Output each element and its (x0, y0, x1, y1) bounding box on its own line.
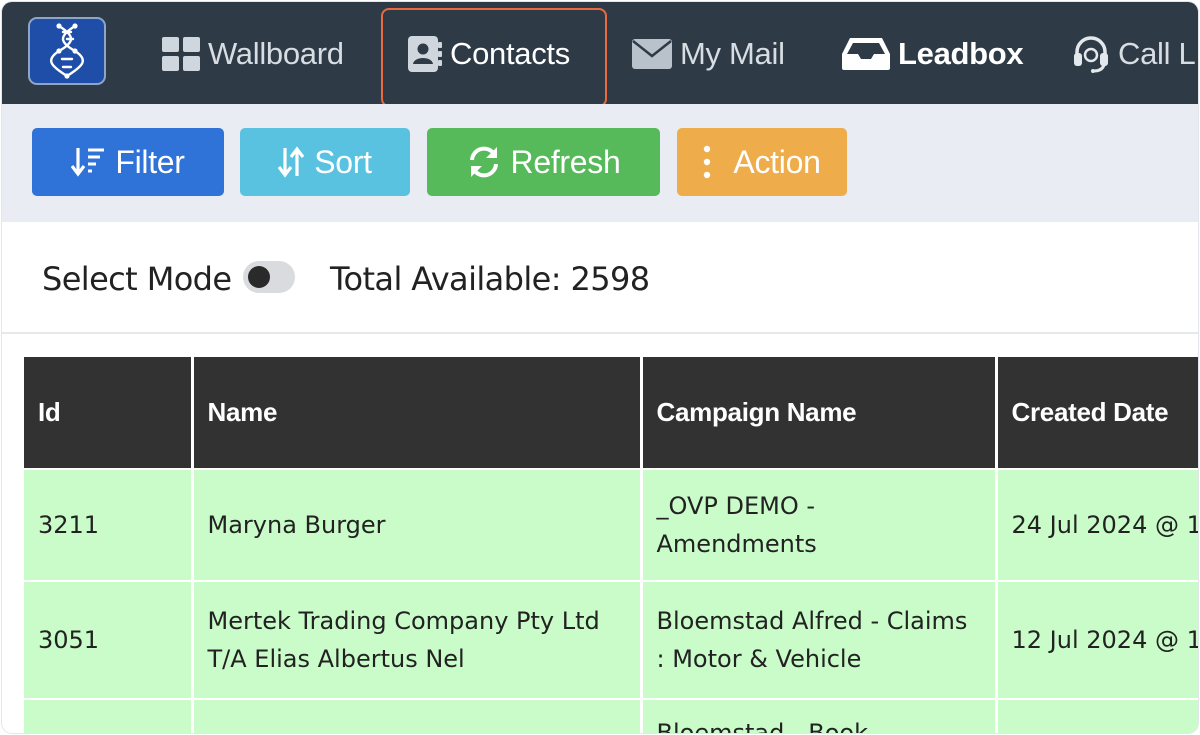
table-header-row: Id Name Campaign Name Created Date (24, 357, 1198, 469)
column-header-created-date[interactable]: Created Date (996, 357, 1198, 469)
select-mode-label: Select Mode (42, 260, 232, 298)
cell-name-line: Maryna Burger (207, 511, 386, 539)
refresh-icon (467, 145, 501, 179)
app-window: Wallboard Contacts My Mail Leadbox Call … (2, 2, 1198, 733)
contacts-table-container: Id Name Campaign Name Created Date 3211 … (24, 357, 1198, 733)
nav-item-wallboard[interactable]: Wallboard (162, 26, 344, 82)
app-logo[interactable] (28, 17, 106, 85)
cell-created-date: 12 Jul 2024 @ 1 (996, 580, 1198, 699)
nav-item-call-log[interactable]: Call L (1072, 26, 1196, 82)
nav-label-leadbox: Leadbox (898, 36, 1024, 71)
contacts-table: Id Name Campaign Name Created Date 3211 … (24, 357, 1198, 733)
nav-item-my-mail[interactable]: My Mail (632, 26, 785, 82)
toolbar: Filter Sort Refresh Action (2, 104, 1198, 222)
cell-name (192, 698, 643, 733)
refresh-button[interactable]: Refresh (427, 128, 660, 196)
select-mode-bar: Select Mode Total Available: 2598 (2, 222, 1198, 334)
cell-name-line: T/A Elias Albertus Nel (207, 645, 465, 673)
cell-created-date (996, 698, 1198, 733)
top-navbar: Wallboard Contacts My Mail Leadbox Call … (2, 2, 1198, 107)
total-available-value: 2598 (570, 260, 651, 298)
total-available: Total Available: 2598 (330, 260, 650, 298)
column-header-id[interactable]: Id (24, 357, 194, 469)
total-available-label: Total Available: (330, 260, 571, 298)
inbox-tray-icon (842, 38, 890, 70)
grid-icon (162, 37, 200, 71)
cell-campaign: Bloemstad - Book (641, 698, 998, 733)
column-header-name[interactable]: Name (192, 357, 643, 469)
action-button-label: Action (733, 143, 821, 180)
sort-button-label: Sort (314, 143, 372, 180)
nav-label-wallboard: Wallboard (208, 36, 344, 71)
cell-campaign-line: Bloemstad - Book (656, 719, 868, 733)
nav-label-call-log: Call L (1118, 36, 1196, 71)
cell-campaign-line: Amendments (656, 530, 817, 558)
vertical-dots-icon (703, 145, 711, 179)
cell-id: 3211 (24, 468, 194, 581)
contacts-highlight-box (381, 8, 607, 107)
action-button[interactable]: Action (677, 128, 847, 196)
table-row[interactable]: 3211 Maryna Burger _OVP DEMO - Amendments… (24, 468, 1198, 581)
filter-button[interactable]: Filter (32, 128, 224, 196)
cell-campaign: _OVP DEMO - Amendments (641, 468, 998, 581)
table-row[interactable]: Bloemstad - Book (24, 698, 1198, 733)
cell-name: Mertek Trading Company Pty Ltd T/A Elias … (192, 580, 643, 699)
toggle-knob (248, 266, 270, 288)
filter-button-label: Filter (115, 143, 185, 180)
cell-campaign-line: _OVP DEMO - (656, 492, 816, 520)
sort-arrows-icon (278, 146, 305, 178)
cell-name-line: Mertek Trading Company Pty Ltd (207, 607, 600, 635)
refresh-button-label: Refresh (510, 143, 621, 180)
nav-item-leadbox[interactable]: Leadbox (842, 26, 1024, 82)
cell-campaign: Bloemstad Alfred - Claims : Motor & Vehic… (641, 580, 998, 699)
cell-name: Maryna Burger (192, 468, 643, 581)
envelope-icon (632, 39, 672, 69)
cell-id: 3051 (24, 580, 194, 699)
select-mode-toggle[interactable] (243, 261, 295, 293)
table-row[interactable]: 3051 Mertek Trading Company Pty Ltd T/A E… (24, 580, 1198, 699)
headset-icon (1072, 35, 1110, 73)
filter-sort-icon (71, 146, 105, 178)
cell-created-date: 24 Jul 2024 @ 1 (996, 468, 1198, 581)
column-header-campaign-name[interactable]: Campaign Name (641, 357, 998, 469)
cell-campaign-line: : Motor & Vehicle (656, 645, 862, 673)
nav-label-my-mail: My Mail (680, 36, 785, 71)
cell-id (24, 698, 194, 733)
cell-campaign-line: Bloemstad Alfred - Claims (656, 607, 968, 635)
dna-helix-icon (49, 23, 85, 79)
sort-button[interactable]: Sort (240, 128, 410, 196)
